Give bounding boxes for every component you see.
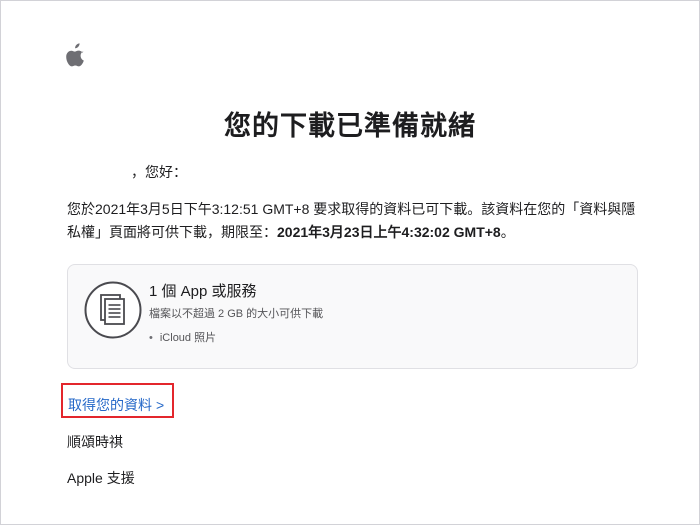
apple-logo-icon xyxy=(66,43,84,67)
download-summary-card: 1 個 App 或服務 檔案以不超過 2 GB 的大小可供下載 iCloud 照… xyxy=(67,264,638,369)
chevron-right-icon: > xyxy=(156,397,165,413)
paragraph-end: 。 xyxy=(500,224,515,240)
card-subtitle: 檔案以不超過 2 GB 的大小可供下載 xyxy=(149,308,324,320)
signoff-text: 順頌時祺 xyxy=(67,434,123,450)
card-item-list: iCloud 照片 xyxy=(149,329,216,345)
download-info-paragraph: 您於2021年3月5日下午3:12:51 GMT+8 要求取得的資料已可下載。該… xyxy=(67,198,641,244)
signature-text: Apple 支援 xyxy=(67,470,135,486)
greeting-text: ，您好： xyxy=(131,164,187,180)
card-title: 1 個 App 或服務 xyxy=(149,283,257,300)
page-title: 您的下載已準備就緒 xyxy=(224,111,476,141)
list-item: iCloud 照片 xyxy=(149,329,216,345)
deadline-text: 2021年3月23日上午4:32:02 GMT+8 xyxy=(277,224,501,240)
get-your-data-link[interactable]: 取得您的資料 > xyxy=(68,395,164,415)
document-stack-icon xyxy=(84,281,142,339)
link-label: 取得您的資料 xyxy=(68,397,152,413)
